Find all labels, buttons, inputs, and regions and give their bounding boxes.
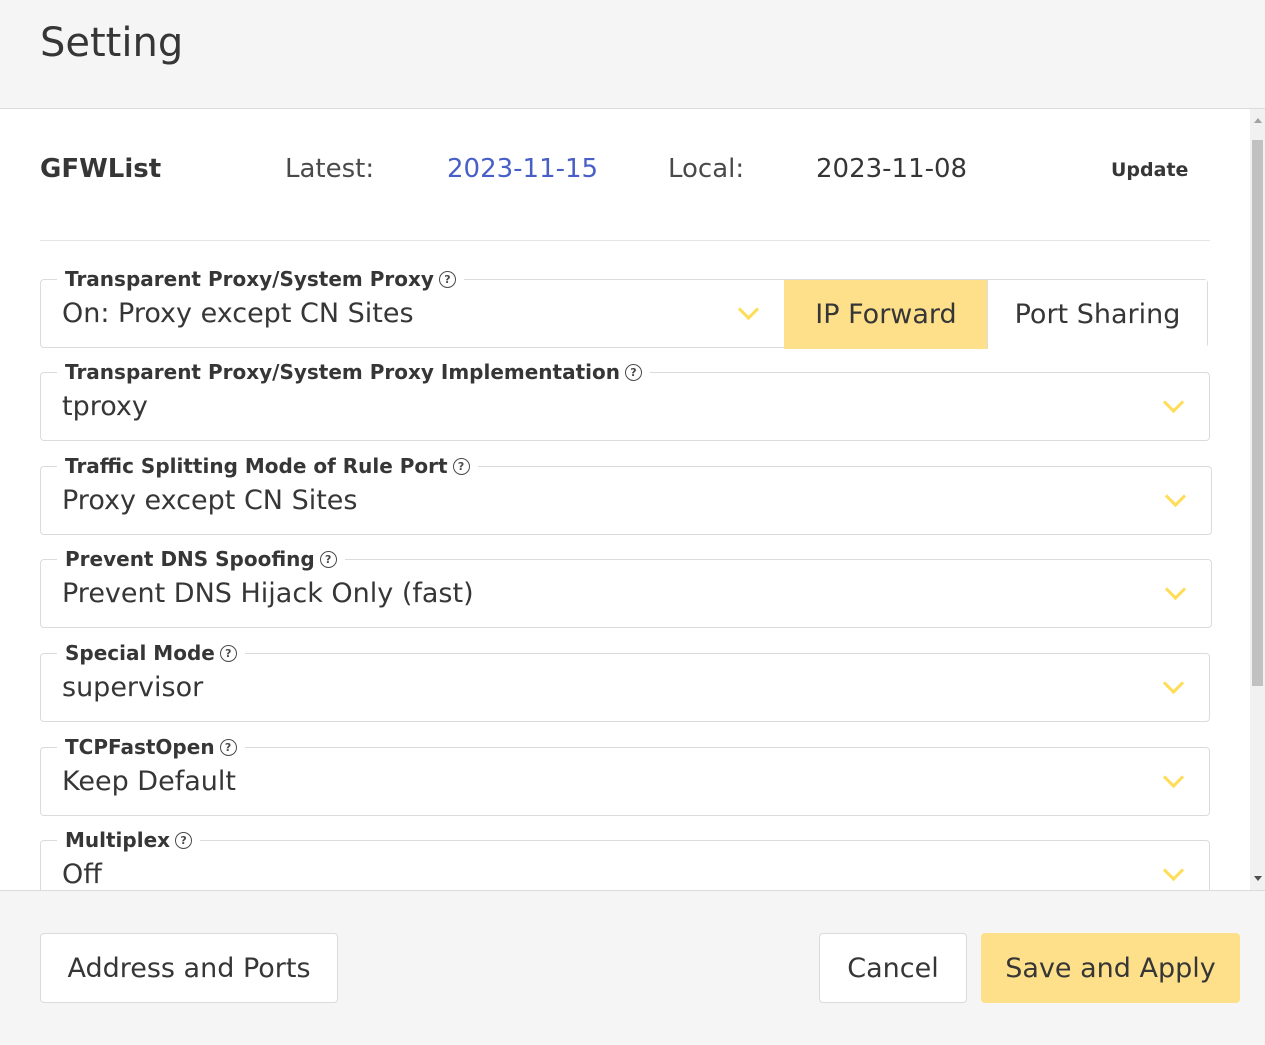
transparent-proxy-select[interactable]: On: Proxy except CN Sites	[62, 298, 414, 329]
chevron-down-icon	[1162, 672, 1185, 695]
field-label-text: Prevent DNS Spoofing	[65, 547, 315, 571]
chevron-down-icon	[1162, 859, 1185, 882]
scroll-up-icon[interactable]	[1254, 118, 1262, 123]
address-and-ports-button[interactable]: Address and Ports	[40, 933, 338, 1003]
prevent-dns-spoofing-field: Prevent DNS Spoofing ? Prevent DNS Hijac…	[40, 547, 1212, 628]
field-label-text: Transparent Proxy/System Proxy	[65, 267, 434, 291]
vertical-scrollbar[interactable]	[1250, 109, 1265, 890]
gfwlist-latest-link[interactable]: 2023-11-15	[447, 154, 598, 184]
special-mode-field: Special Mode ? supervisor	[40, 641, 1210, 722]
field-label: TCPFastOpen ?	[57, 735, 245, 759]
traffic-splitting-field: Traffic Splitting Mode of Rule Port ? Pr…	[40, 454, 1212, 535]
gfwlist-update-button[interactable]: Update	[1111, 159, 1188, 181]
modal-body[interactable]: GFWList Latest: 2023-11-15 Local: 2023-1…	[0, 109, 1250, 890]
transparent-proxy-field: Transparent Proxy/System Proxy ? On: Pro…	[40, 267, 1208, 349]
modal-footer: Address and Ports Cancel Save and Apply	[0, 890, 1265, 1045]
modal-header: Setting	[0, 0, 1265, 109]
proxy-implementation-field: Transparent Proxy/System Proxy Implement…	[40, 360, 1210, 441]
cancel-button[interactable]: Cancel	[819, 933, 967, 1003]
save-and-apply-button[interactable]: Save and Apply	[981, 933, 1240, 1003]
help-icon[interactable]: ?	[452, 457, 470, 475]
field-label: Traffic Splitting Mode of Rule Port ?	[57, 454, 478, 478]
field-label-text: Traffic Splitting Mode of Rule Port	[65, 454, 448, 478]
field-label-text: Multiplex	[65, 828, 171, 852]
field-label: Transparent Proxy/System Proxy ?	[57, 267, 464, 291]
field-label: Special Mode ?	[57, 641, 245, 665]
help-icon[interactable]: ?	[219, 738, 237, 756]
field-label-text: Transparent Proxy/System Proxy Implement…	[65, 360, 620, 384]
field-label-text: TCPFastOpen	[65, 735, 215, 759]
field-label-text: Special Mode	[65, 641, 215, 665]
special-mode-select[interactable]: supervisor	[62, 672, 203, 703]
tcp-fast-open-field: TCPFastOpen ? Keep Default	[40, 735, 1210, 816]
chevron-down-icon	[1164, 578, 1187, 601]
prevent-dns-spoofing-select[interactable]: Prevent DNS Hijack Only (fast)	[62, 578, 474, 609]
traffic-splitting-select[interactable]: Proxy except CN Sites	[62, 485, 357, 516]
gfwlist-local-label: Local:	[668, 154, 745, 184]
help-icon[interactable]: ?	[219, 644, 237, 662]
chevron-down-icon	[1162, 391, 1185, 414]
multiplex-select[interactable]: Off	[62, 859, 102, 890]
help-icon[interactable]: ?	[625, 363, 642, 381]
ip-forward-toggle[interactable]: IP Forward	[784, 280, 987, 349]
gfwlist-local-value: 2023-11-08	[816, 154, 968, 184]
scroll-down-icon[interactable]	[1254, 876, 1262, 881]
field-label: Prevent DNS Spoofing ?	[57, 547, 345, 571]
divider	[40, 240, 1210, 241]
page-title: Setting	[40, 20, 184, 66]
field-label: Transparent Proxy/System Proxy Implement…	[57, 360, 650, 384]
chevron-down-icon	[737, 298, 760, 321]
proxy-implementation-select[interactable]: tproxy	[62, 391, 148, 422]
scrollbar-thumb[interactable]	[1252, 140, 1263, 686]
chevron-down-icon	[1164, 485, 1187, 508]
port-sharing-toggle[interactable]: Port Sharing	[987, 280, 1207, 349]
gfwlist-name: GFWList	[40, 154, 162, 184]
field-label: Multiplex ?	[57, 828, 201, 852]
help-icon[interactable]: ?	[438, 270, 456, 288]
gfwlist-latest-label: Latest:	[285, 154, 375, 184]
tcp-fast-open-select[interactable]: Keep Default	[62, 766, 236, 797]
multiplex-field: Multiplex ? Off	[40, 828, 1210, 890]
chevron-down-icon	[1162, 766, 1185, 789]
help-icon[interactable]: ?	[319, 550, 337, 568]
help-icon[interactable]: ?	[175, 831, 193, 849]
